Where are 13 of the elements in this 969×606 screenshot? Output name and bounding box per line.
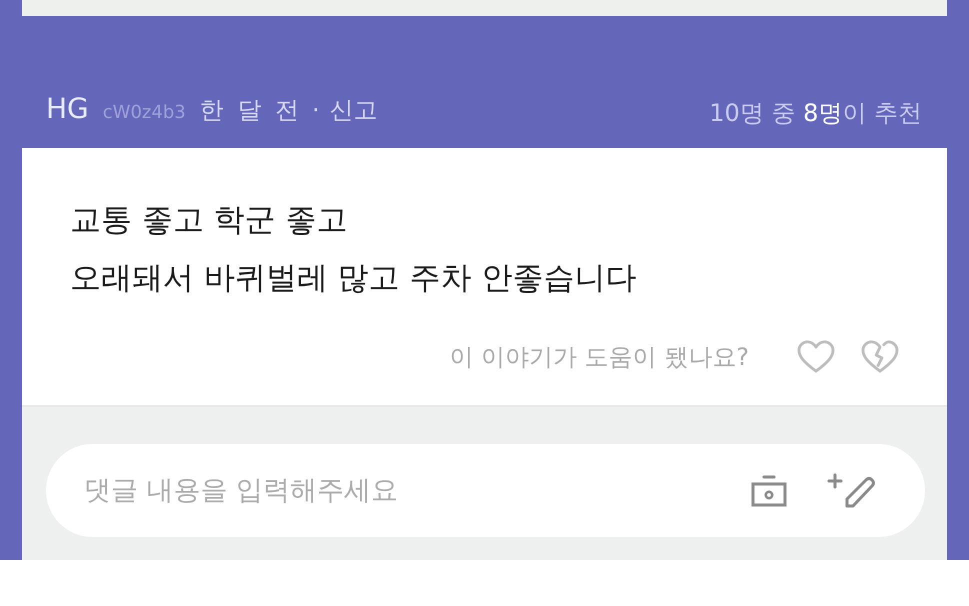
- review-text: 교통 좋고 학군 좋고 오래돼서 바퀴벌레 많고 주차 안좋습니다: [70, 201, 636, 298]
- camera-icon[interactable]: [751, 474, 787, 506]
- helpful-prompt: 이 이야기가 도움이 됐나요?: [449, 342, 749, 373]
- plus-pencil-icon[interactable]: [827, 472, 877, 508]
- heart-icon[interactable]: [797, 340, 835, 374]
- broken-heart-icon[interactable]: [861, 340, 899, 374]
- comment-input-field[interactable]: 댓글 내용을 입력해주세요: [46, 444, 925, 537]
- report-link[interactable]: 신고: [330, 95, 378, 125]
- post-time: 한 달 전: [200, 95, 302, 125]
- author-name: HG: [46, 94, 89, 124]
- user-id: cW0z4b3: [102, 101, 186, 125]
- recommend-count: 10명 중 8명이 추천: [709, 98, 922, 128]
- separator-dot: ·: [312, 95, 320, 125]
